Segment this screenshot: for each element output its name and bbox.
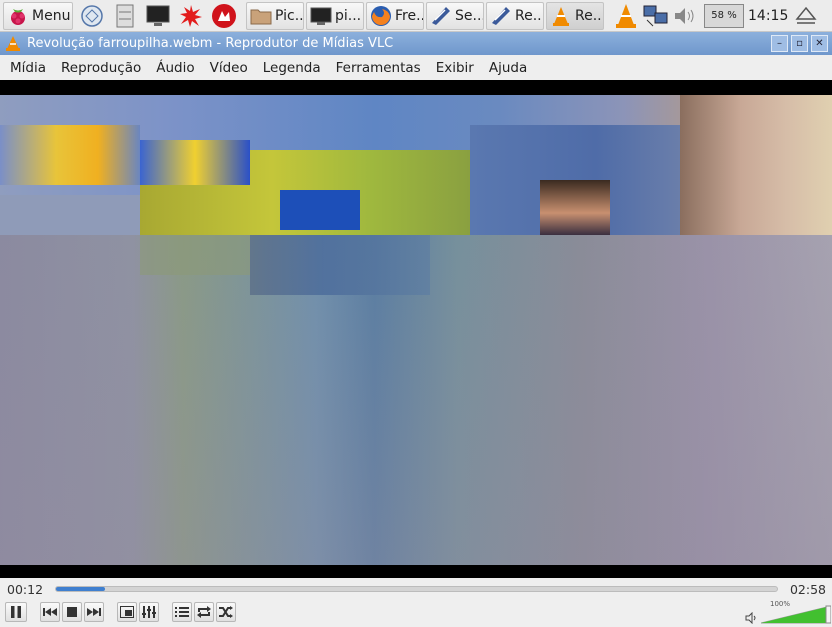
video-block [250, 235, 430, 295]
next-button[interactable] [84, 602, 104, 622]
video-block [0, 125, 140, 185]
tray-network[interactable] [642, 2, 670, 30]
stop-button[interactable] [62, 602, 82, 622]
video-frame [0, 95, 832, 565]
terminal-icon [146, 5, 170, 26]
wolfram-icon [212, 3, 236, 28]
video-block [680, 95, 832, 235]
task-screenshot-2[interactable]: Re... [486, 1, 544, 30]
previous-button[interactable] [40, 602, 60, 622]
taskbar: Menu Pic... pi... Fre... Se... Re... Re.… [0, 0, 832, 32]
network-icon [643, 5, 668, 26]
vlc-icon [553, 6, 569, 26]
pause-button[interactable] [5, 602, 27, 622]
maximize-icon: ▫ [796, 38, 803, 49]
task-label: pi... [335, 7, 362, 24]
task-label: Re... [515, 7, 544, 24]
task-vlc[interactable]: Re... [546, 1, 604, 30]
loop-icon [197, 606, 211, 618]
skip-back-icon [43, 608, 57, 616]
wolfram-launcher[interactable] [210, 2, 238, 30]
current-time: 00:12 [7, 582, 44, 597]
tray-volume[interactable] [672, 2, 700, 30]
loop-button[interactable] [194, 602, 214, 622]
fullscreen-icon [120, 606, 134, 618]
shuffle-button[interactable] [216, 602, 236, 622]
volume-slider[interactable] [761, 604, 831, 624]
video-block [280, 190, 360, 230]
task-label: Se... [455, 7, 484, 24]
menu-media[interactable]: Mídia [10, 60, 46, 76]
pause-icon [11, 606, 21, 618]
terminal-launcher[interactable] [144, 2, 172, 30]
minimize-button[interactable]: – [771, 35, 788, 52]
menu-subtitle[interactable]: Legenda [263, 60, 321, 76]
task-label: Pic... [275, 7, 304, 24]
window-title: Revolução farroupilha.webm - Reprodutor … [27, 36, 394, 51]
window-titlebar[interactable]: Revolução farroupilha.webm - Reprodutor … [0, 32, 832, 55]
seek-bar[interactable] [55, 586, 778, 592]
menu-video[interactable]: Vídeo [210, 60, 248, 76]
web-browser-launcher[interactable] [78, 2, 106, 30]
vlc-icon [6, 36, 20, 51]
file-manager-launcher[interactable] [111, 2, 139, 30]
menu-button[interactable]: Menu [3, 1, 73, 30]
firefox-icon [371, 5, 391, 26]
video-area[interactable] [0, 80, 832, 578]
fullscreen-button[interactable] [117, 602, 137, 622]
speaker-icon [675, 7, 694, 24]
video-block [0, 195, 140, 235]
video-block [140, 235, 250, 275]
seek-progress [56, 587, 106, 591]
video-block [140, 140, 250, 185]
menu-bar: Mídia Reprodução Áudio Vídeo Legenda Fer… [0, 55, 832, 80]
speaker-icon [745, 612, 756, 624]
playlist-button[interactable] [172, 602, 192, 622]
cabinet-icon [116, 4, 134, 27]
tray-vlc[interactable] [612, 2, 640, 30]
eject-icon [795, 6, 817, 24]
menu-view[interactable]: Exibir [436, 60, 474, 76]
task-screenshot-1[interactable]: Se... [426, 1, 484, 30]
task-file-manager[interactable]: Pic... [246, 1, 304, 30]
clock[interactable]: 14:15 [748, 8, 788, 24]
player-controls: 00:12 02:58 100% [0, 578, 832, 627]
menu-playback[interactable]: Reprodução [61, 60, 141, 76]
video-block [540, 180, 610, 235]
folder-icon [250, 9, 272, 24]
menu-audio[interactable]: Áudio [156, 60, 194, 76]
task-terminal[interactable]: pi... [306, 1, 364, 30]
equalizer-icon [142, 606, 156, 618]
screenshot-icon [432, 6, 450, 25]
menu-label: Menu [32, 7, 71, 24]
playlist-icon [175, 607, 189, 617]
burst-icon [180, 4, 202, 27]
extended-settings-button[interactable] [139, 602, 159, 622]
stop-icon [67, 607, 77, 617]
math-launcher[interactable] [177, 2, 205, 30]
eject-button[interactable] [792, 2, 820, 30]
screenshot-icon [492, 6, 510, 25]
skip-forward-icon [87, 608, 101, 616]
vlc-icon [616, 3, 636, 28]
task-label: Fre... [395, 7, 423, 24]
task-label: Re... [575, 7, 604, 24]
volume-control[interactable]: 100% [743, 600, 831, 624]
cpu-monitor: 58 % [704, 3, 744, 28]
close-button[interactable]: ✕ [811, 35, 828, 52]
raspberry-icon [11, 8, 25, 25]
total-time: 02:58 [789, 582, 826, 597]
menu-help[interactable]: Ajuda [489, 60, 527, 76]
minimize-icon: – [777, 38, 782, 49]
task-firefox[interactable]: Fre... [366, 1, 424, 30]
maximize-button[interactable]: ▫ [791, 35, 808, 52]
close-icon: ✕ [815, 38, 824, 49]
cpu-value: 58 % [711, 10, 737, 21]
terminal-icon [310, 7, 332, 25]
menu-tools[interactable]: Ferramentas [336, 60, 421, 76]
shuffle-icon [219, 606, 233, 618]
globe-icon [81, 4, 103, 27]
